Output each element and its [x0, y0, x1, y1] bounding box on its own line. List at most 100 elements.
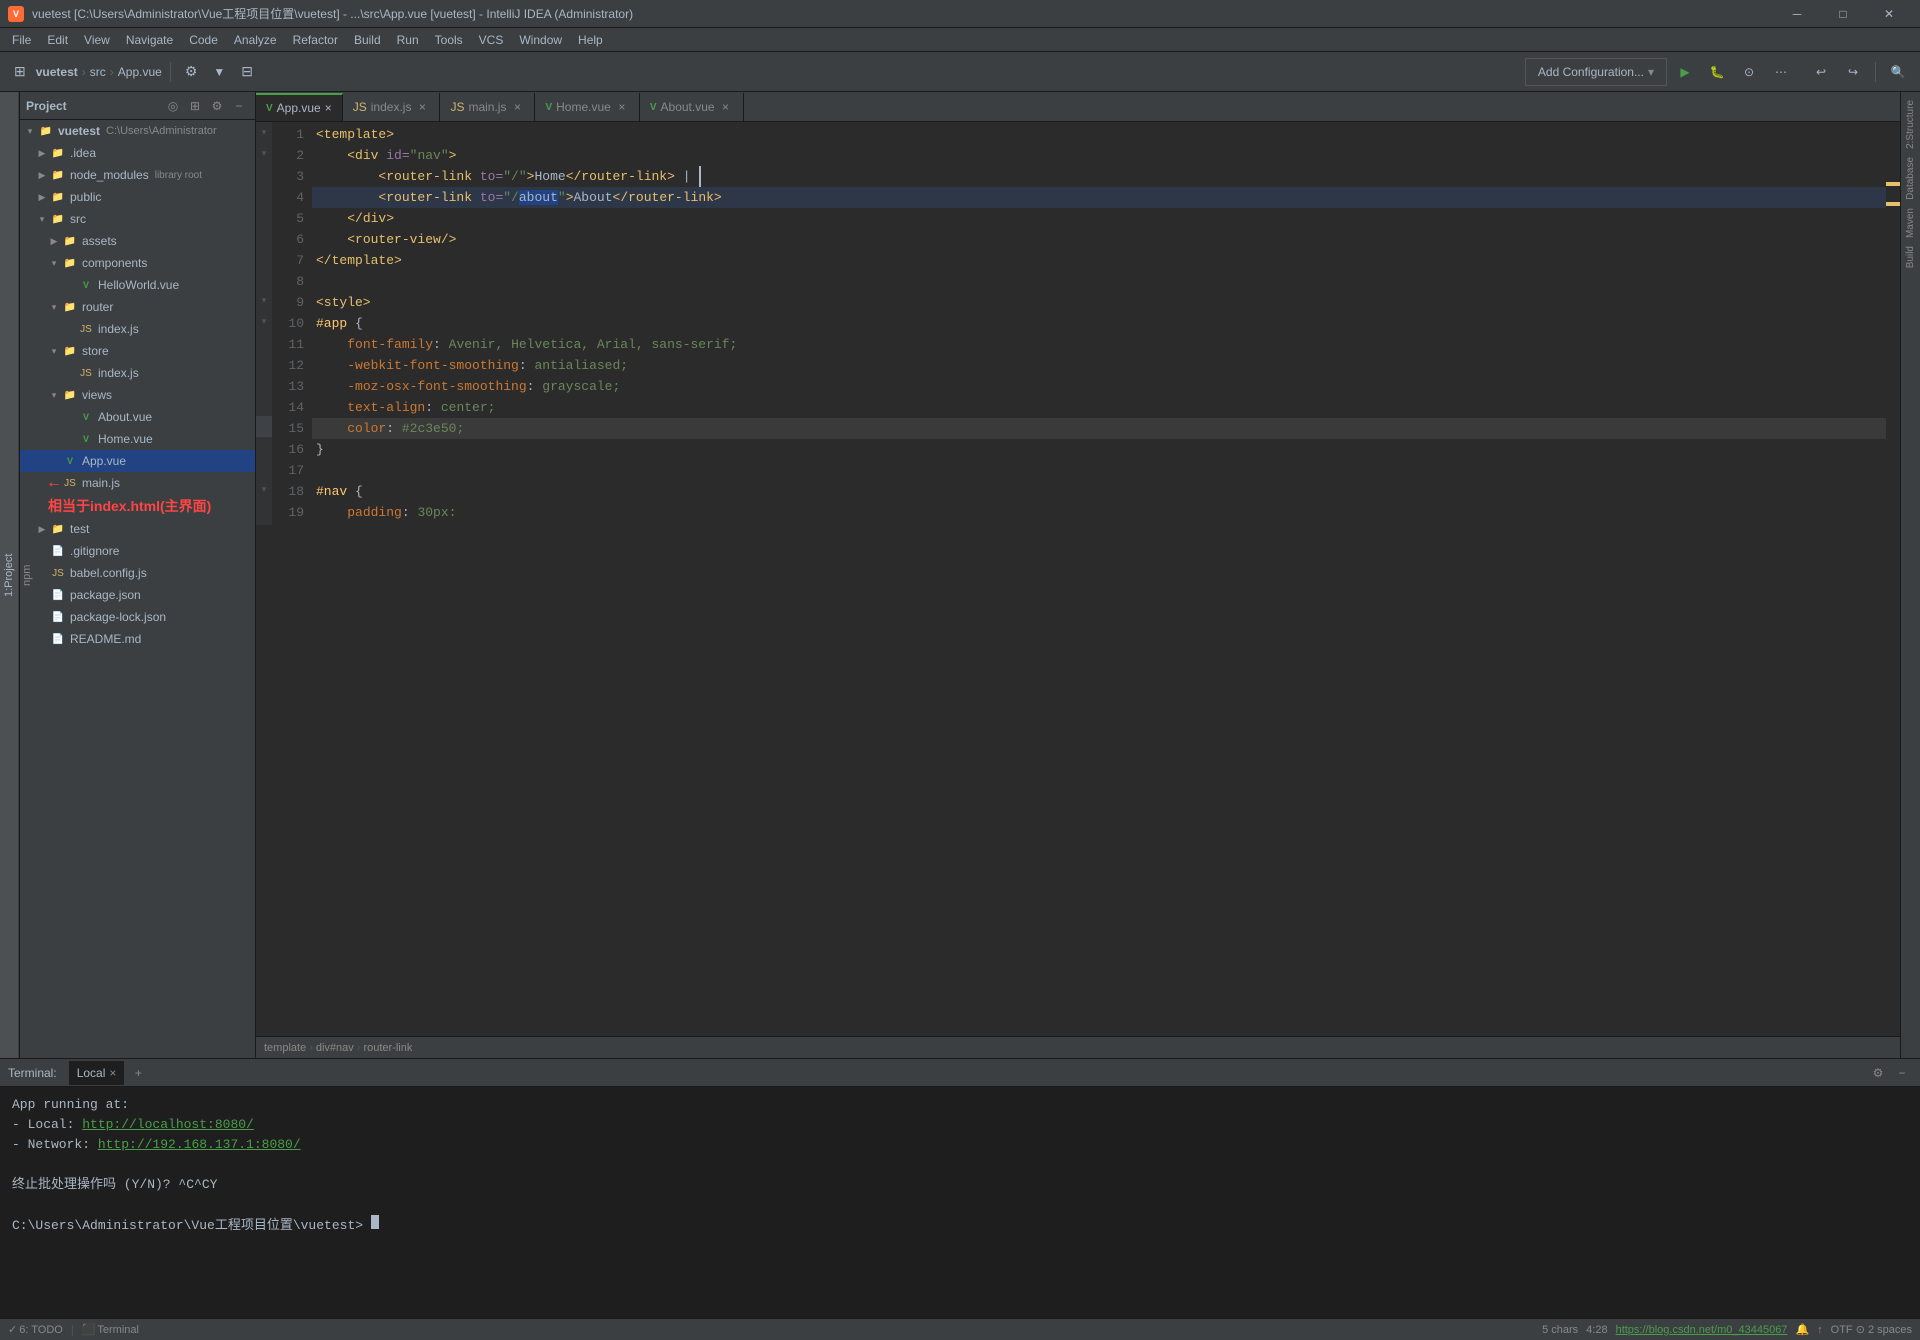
- more-run-button[interactable]: ⋯: [1767, 58, 1795, 86]
- maximize-button[interactable]: □: [1820, 0, 1866, 28]
- redo-btn[interactable]: ↪: [1839, 58, 1867, 86]
- toolbar-toggle-btn[interactable]: ▼: [207, 58, 231, 86]
- terminal-tab-local-close[interactable]: ×: [109, 1066, 116, 1080]
- tree-icon-readme: 📄: [50, 631, 66, 647]
- menu-file[interactable]: File: [4, 28, 39, 52]
- editor-content[interactable]: ▾ ▾ ▾ ▾ ▾: [256, 122, 1900, 1036]
- menu-tools[interactable]: Tools: [427, 28, 471, 52]
- undo-btn[interactable]: ↩: [1807, 58, 1835, 86]
- tab-close-home-vue[interactable]: ×: [615, 100, 629, 114]
- tree-item-readme[interactable]: ▶ 📄 README.md: [20, 628, 255, 650]
- menu-refactor[interactable]: Refactor: [285, 28, 346, 52]
- code-indent-15: [316, 418, 347, 439]
- tree-item-package[interactable]: ▶ 📄 package.json: [20, 584, 255, 606]
- breadcrumb-bar: template › div#nav › router-link: [256, 1036, 1900, 1058]
- status-terminal[interactable]: ⬛ Terminal: [82, 1323, 139, 1336]
- tree-item-package-lock[interactable]: ▶ 📄 package-lock.json: [20, 606, 255, 628]
- tree-item-node-modules[interactable]: ▶ 📁 node_modules library root: [20, 164, 255, 186]
- menu-help[interactable]: Help: [570, 28, 611, 52]
- menu-code[interactable]: Code: [181, 28, 226, 52]
- debug-button[interactable]: 🐛: [1703, 58, 1731, 86]
- tree-item-store-index[interactable]: ▶ JS index.js: [20, 362, 255, 384]
- fold-2[interactable]: ▾: [256, 143, 272, 164]
- tree-item-root[interactable]: ▾ 📁 vuetest C:\Users\Administrator: [20, 120, 255, 142]
- minimize-button[interactable]: ─: [1774, 0, 1820, 28]
- tree-label-store-index: index.js: [98, 366, 139, 380]
- tree-item-src[interactable]: ▾ 📁 src: [20, 208, 255, 230]
- tree-item-main-js[interactable]: ▶ JS main.js ←: [20, 472, 255, 494]
- toolbar-settings-btn[interactable]: ⚙: [179, 58, 204, 86]
- terminal-network-url[interactable]: http://192.168.137.1:8080/: [98, 1137, 301, 1152]
- panel-expand-btn[interactable]: ⊞: [185, 96, 205, 116]
- menu-analyze[interactable]: Analyze: [226, 28, 285, 52]
- menu-navigate[interactable]: Navigate: [118, 28, 181, 52]
- tree-item-gitignore[interactable]: ▶ 📄 .gitignore: [20, 540, 255, 562]
- close-button[interactable]: ✕: [1866, 0, 1912, 28]
- tab-close-main-js[interactable]: ×: [510, 100, 524, 114]
- event-log-link[interactable]: https://blog.csdn.net/m0_43445067: [1616, 1324, 1788, 1336]
- menu-build[interactable]: Build: [346, 28, 389, 52]
- panel-label-npm[interactable]: npm: [18, 92, 36, 1058]
- tab-index-js[interactable]: JS index.js ×: [343, 93, 441, 121]
- code-lines[interactable]: <template> <div id= "nav" > <router: [312, 122, 1886, 525]
- bc-template[interactable]: template: [264, 1042, 306, 1054]
- terminal-text-running: App running at:: [12, 1097, 129, 1112]
- right-panel-label-structure[interactable]: 2:Structure: [1903, 96, 1918, 153]
- tree-item-store[interactable]: ▾ 📁 store: [20, 340, 255, 362]
- code-prop-wfs: -webkit-font-smoothing: [347, 355, 519, 376]
- tab-app-vue[interactable]: V App.vue ×: [256, 93, 343, 121]
- code-val-mofs: grayscale;: [542, 376, 620, 397]
- project-icon-btn[interactable]: ⊞: [8, 58, 32, 86]
- tree-item-about-vue[interactable]: ▶ V About.vue: [20, 406, 255, 428]
- tree-label-babel: babel.config.js: [70, 566, 147, 580]
- right-panel-label-build[interactable]: Build: [1903, 242, 1918, 272]
- right-panel-label-database[interactable]: Database: [1903, 153, 1918, 204]
- tree-item-test[interactable]: ▶ 📁 test: [20, 518, 255, 540]
- terminal-local-url[interactable]: http://localhost:8080/: [82, 1117, 254, 1132]
- right-panel-label-maven[interactable]: Maven: [1903, 204, 1918, 242]
- bc-router-link[interactable]: router-link: [363, 1042, 412, 1054]
- tree-item-views[interactable]: ▾ 📁 views: [20, 384, 255, 406]
- run-coverage-button[interactable]: ⊙: [1735, 58, 1763, 86]
- fold-9[interactable]: ▾: [256, 290, 272, 311]
- tree-item-babel[interactable]: ▶ JS babel.config.js: [20, 562, 255, 584]
- tree-item-assets[interactable]: ▶ 📁 assets: [20, 230, 255, 252]
- add-configuration-button[interactable]: Add Configuration... ▾: [1525, 58, 1667, 86]
- panel-locate-btn[interactable]: ◎: [163, 96, 183, 116]
- panel-settings-btn[interactable]: ⚙: [207, 96, 227, 116]
- search-btn[interactable]: 🔍: [1884, 58, 1912, 86]
- tab-close-about-vue[interactable]: ×: [719, 100, 733, 114]
- tab-close-index-js[interactable]: ×: [415, 100, 429, 114]
- tree-item-router-index[interactable]: ▶ JS index.js: [20, 318, 255, 340]
- menu-window[interactable]: Window: [511, 28, 570, 52]
- tree-item-idea[interactable]: ▶ 📁 .idea: [20, 142, 255, 164]
- fold-1[interactable]: ▾: [256, 122, 272, 143]
- tree-item-router[interactable]: ▾ 📁 router: [20, 296, 255, 318]
- menu-view[interactable]: View: [76, 28, 118, 52]
- tab-about-vue[interactable]: V About.vue ×: [640, 93, 744, 121]
- tree-icon-views: 📁: [62, 387, 78, 403]
- menu-run[interactable]: Run: [389, 28, 427, 52]
- menu-vcs[interactable]: VCS: [471, 28, 512, 52]
- run-button[interactable]: ▶: [1671, 58, 1699, 86]
- tab-main-js[interactable]: JS main.js ×: [440, 93, 535, 121]
- tab-home-vue[interactable]: V Home.vue ×: [535, 93, 639, 121]
- tree-icon-home-vue: V: [78, 431, 94, 447]
- fold-18[interactable]: ▾: [256, 479, 272, 500]
- menu-edit[interactable]: Edit: [39, 28, 76, 52]
- panel-label-project[interactable]: 1:Project: [0, 92, 18, 1058]
- toolbar-sidebar-btn[interactable]: ⊟: [235, 58, 259, 86]
- tree-item-components[interactable]: ▾ 📁 components: [20, 252, 255, 274]
- status-todo[interactable]: ✓ 6: TODO: [8, 1323, 63, 1336]
- tree-item-home-vue[interactable]: ▶ V Home.vue: [20, 428, 255, 450]
- tree-item-helloworld[interactable]: ▶ V HelloWorld.vue: [20, 274, 255, 296]
- bc-divnav[interactable]: div#nav: [316, 1042, 354, 1054]
- tree-item-public[interactable]: ▶ 📁 public: [20, 186, 255, 208]
- terminal-line-network: - Network: http://192.168.137.1:8080/: [12, 1135, 1908, 1155]
- fold-10[interactable]: ▾: [256, 311, 272, 332]
- tree-item-app-vue[interactable]: ▶ V App.vue: [20, 450, 255, 472]
- panel-close-btn[interactable]: −: [229, 96, 249, 116]
- terminal-stop-text: 终止批处理操作吗 (Y/N)? ^C^CY: [12, 1177, 217, 1192]
- tree-label-idea: .idea: [70, 146, 96, 160]
- terminal-tab-local[interactable]: Local ×: [69, 1061, 125, 1085]
